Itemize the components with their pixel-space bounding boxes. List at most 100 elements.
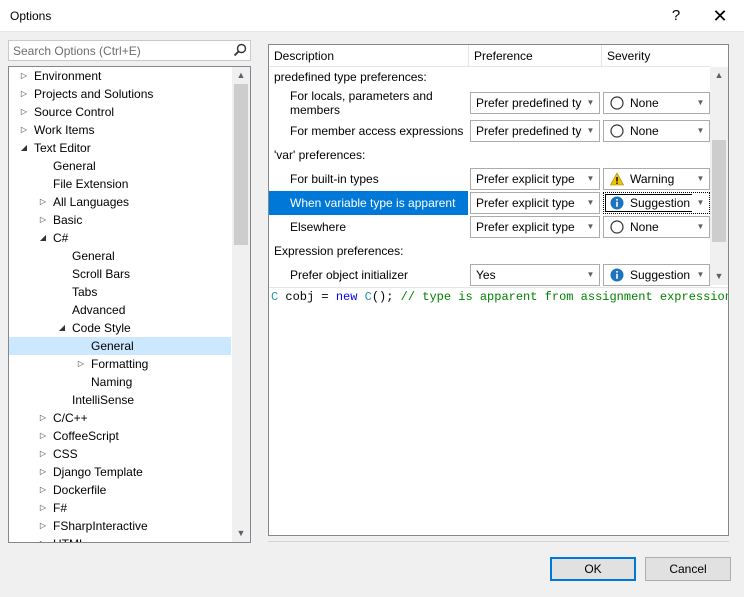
preference-dropdown[interactable]: Yes ▼: [470, 264, 600, 286]
tree-item[interactable]: ▷ Environment: [9, 67, 231, 85]
tree-item[interactable]: Advanced: [9, 301, 231, 319]
cancel-button[interactable]: Cancel: [645, 557, 731, 581]
chevron-down-icon[interactable]: ▼: [692, 169, 709, 189]
scroll-thumb[interactable]: [234, 84, 248, 245]
expand-arrow-icon[interactable]: ▷: [19, 67, 29, 85]
expand-arrow-icon[interactable]: ▷: [38, 463, 48, 481]
scroll-down-icon[interactable]: ▼: [232, 525, 250, 542]
expand-arrow-icon[interactable]: ▷: [19, 85, 29, 103]
preference-dropdown[interactable]: Prefer predefined type ▼: [470, 92, 600, 114]
preference-dropdown[interactable]: Prefer explicit type ▼: [470, 216, 600, 238]
tree-item[interactable]: ▷ Work Items: [9, 121, 231, 139]
expand-arrow-icon[interactable]: ▷: [38, 499, 48, 517]
expand-arrow-icon[interactable]: ▷: [38, 193, 48, 211]
chevron-down-icon[interactable]: ▼: [692, 121, 709, 141]
grid-scrollbar[interactable]: ▲ ▼: [710, 67, 728, 285]
tree-item[interactable]: General: [9, 157, 231, 175]
label-text: For member access expressions: [290, 124, 464, 138]
tree-item[interactable]: ▷ HTML: [9, 535, 231, 542]
tree-item[interactable]: ▷ CoffeeScript: [9, 427, 231, 445]
tree-item[interactable]: ◢ C#: [9, 229, 231, 247]
option-label: For member access expressions: [269, 119, 468, 143]
collapse-arrow-icon[interactable]: ◢: [19, 139, 29, 157]
expand-arrow-icon[interactable]: ▷: [19, 103, 29, 121]
chevron-down-icon[interactable]: ▼: [582, 265, 599, 285]
tree-item[interactable]: ▷ Basic: [9, 211, 231, 229]
severity-dropdown[interactable]: Suggestion ▼: [603, 264, 710, 286]
expand-arrow-icon[interactable]: ▷: [38, 445, 48, 463]
column-header-description[interactable]: Description: [269, 45, 469, 67]
collapse-arrow-icon[interactable]: ◢: [38, 229, 48, 247]
expand-arrow-icon[interactable]: ▷: [38, 535, 48, 542]
option-row[interactable]: For built-in types Prefer explicit type ▼ W…: [269, 167, 710, 191]
tree-item[interactable]: ▷ CSS: [9, 445, 231, 463]
chevron-down-icon[interactable]: ▼: [582, 93, 599, 113]
expand-arrow-icon[interactable]: ▷: [38, 427, 48, 445]
chevron-down-icon[interactable]: ▼: [692, 217, 709, 237]
severity-dropdown[interactable]: None ▼: [603, 216, 710, 238]
tree-item[interactable]: ▷ Django Template: [9, 463, 231, 481]
warning-icon: [610, 172, 624, 186]
option-row[interactable]: Elsewhere Prefer explicit type ▼ None ▼: [269, 215, 710, 239]
chevron-down-icon[interactable]: ▼: [582, 169, 599, 189]
tree-item[interactable]: ▷ C/C++: [9, 409, 231, 427]
tree-item[interactable]: ▷ Source Control: [9, 103, 231, 121]
chevron-down-icon[interactable]: ▼: [692, 265, 709, 285]
help-button[interactable]: ?: [664, 4, 688, 28]
expand-arrow-icon[interactable]: ▷: [38, 481, 48, 499]
options-tree[interactable]: ▷ Environment ▷ Projects and Solutions ▷ Sour…: [8, 66, 251, 543]
tree-scrollbar[interactable]: ▲ ▼: [232, 67, 250, 542]
tree-item[interactable]: File Extension: [9, 175, 231, 193]
scroll-down-icon[interactable]: ▼: [710, 268, 728, 285]
expand-arrow-icon[interactable]: ▷: [38, 409, 48, 427]
none-icon: [610, 96, 624, 110]
severity-dropdown[interactable]: Warning ▼: [603, 168, 710, 190]
scroll-up-icon[interactable]: ▲: [710, 67, 728, 84]
severity-dropdown[interactable]: None ▼: [603, 92, 710, 114]
option-row[interactable]: For locals, parameters and members Prefer…: [269, 87, 710, 119]
expand-arrow-icon[interactable]: ▷: [38, 211, 48, 229]
chevron-down-icon[interactable]: ▼: [582, 193, 599, 213]
column-header-preference[interactable]: Preference: [469, 45, 602, 67]
chevron-down-icon[interactable]: ▼: [582, 217, 599, 237]
tree-item[interactable]: Scroll Bars: [9, 265, 231, 283]
option-row[interactable]: For member access expressions Prefer pred…: [269, 119, 710, 143]
tree-item[interactable]: ◢ Text Editor: [9, 139, 231, 157]
expand-arrow-icon[interactable]: ▷: [19, 121, 29, 139]
preference-dropdown[interactable]: Prefer explicit type ▼: [470, 192, 600, 214]
search-input[interactable]: [9, 41, 227, 60]
tree-item[interactable]: General: [9, 247, 231, 265]
tree-item-label: C#: [53, 231, 69, 245]
tree-item[interactable]: ▷ Projects and Solutions: [9, 85, 231, 103]
search-icon[interactable]: [233, 43, 247, 57]
chevron-down-icon[interactable]: ▼: [582, 121, 599, 141]
chevron-down-icon[interactable]: ▼: [692, 193, 709, 213]
expand-arrow-icon[interactable]: ▷: [76, 355, 86, 373]
tree-item[interactable]: ▷ Dockerfile: [9, 481, 231, 499]
tree-item[interactable]: ▷ Formatting: [9, 355, 231, 373]
option-row[interactable]: When variable type is apparent Prefer exp…: [269, 191, 710, 215]
tree-item[interactable]: ▷ FSharpInteractive: [9, 517, 231, 535]
severity-dropdown[interactable]: None ▼: [603, 120, 710, 142]
tree-item[interactable]: Naming: [9, 373, 231, 391]
chevron-down-icon[interactable]: ▼: [692, 93, 709, 113]
tree-item[interactable]: ▷ F#: [9, 499, 231, 517]
scroll-thumb[interactable]: [712, 140, 726, 242]
severity-dropdown[interactable]: Suggestion ▼: [603, 192, 710, 214]
collapse-arrow-icon[interactable]: ◢: [57, 319, 67, 337]
info-icon: [610, 268, 624, 282]
tree-item[interactable]: Tabs: [9, 283, 231, 301]
option-row[interactable]: Prefer object initializer Yes ▼ Suggestion ▼: [269, 263, 710, 287]
expand-arrow-icon[interactable]: ▷: [38, 517, 48, 535]
preference-dropdown[interactable]: Prefer explicit type ▼: [470, 168, 600, 190]
tree-item[interactable]: IntelliSense: [9, 391, 231, 409]
column-header-severity[interactable]: Severity: [602, 45, 710, 67]
search-box[interactable]: [8, 40, 251, 61]
tree-item[interactable]: ◢ Code Style: [9, 319, 231, 337]
ok-button[interactable]: OK: [550, 557, 636, 581]
preference-dropdown[interactable]: Prefer predefined type ▼: [470, 120, 600, 142]
close-button[interactable]: ✕: [706, 4, 734, 28]
tree-item[interactable]: General: [9, 337, 231, 355]
scroll-up-icon[interactable]: ▲: [232, 67, 250, 84]
tree-item[interactable]: ▷ All Languages: [9, 193, 231, 211]
